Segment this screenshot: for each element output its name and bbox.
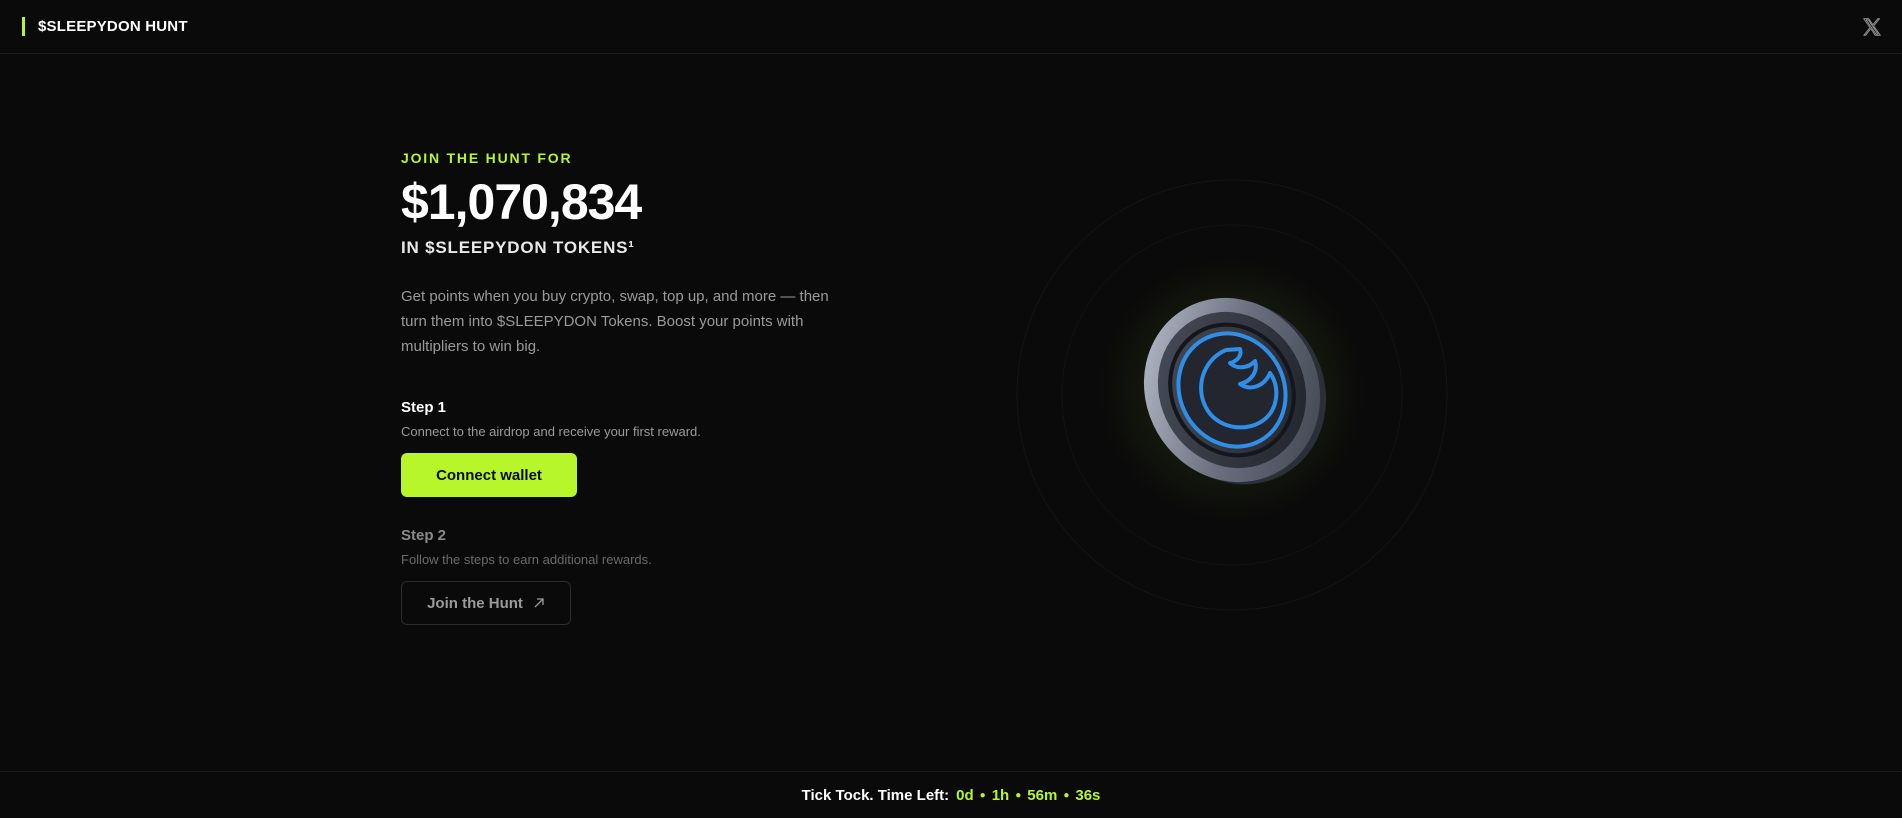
hero-description: Get points when you buy crypto, swap, to…: [401, 288, 829, 355]
step-2-title: Step 2: [401, 527, 447, 544]
step-2-description: Follow the steps to earn additional rewa…: [401, 552, 652, 567]
countdown-label: Tick Tock. Time Left:: [801, 786, 950, 804]
brand-title[interactable]: $SLEEPYDON HUNT: [38, 18, 188, 35]
join-hunt-label: Join the Hunt: [427, 594, 523, 612]
separator-dot: ●: [979, 789, 986, 801]
countdown-hours: 1h: [991, 786, 1010, 804]
countdown-minutes: 56m: [1027, 786, 1058, 804]
token-line: IN $SLEEPYDON TOKENS¹: [401, 238, 635, 257]
token-coin-illustration: [1016, 179, 1448, 611]
x-logo-icon[interactable]: [1862, 17, 1882, 37]
separator-dot: ●: [1063, 789, 1070, 801]
countdown-timer: 0d ● 1h ● 56m ● 36s: [956, 787, 1100, 804]
join-hunt-button[interactable]: Join the Hunt: [401, 581, 571, 625]
separator-dot: ●: [1015, 789, 1022, 801]
countdown-days: 0d: [956, 786, 974, 804]
hero-section: JOIN THE HUNT FOR $1,070,834 IN $SLEEPYD…: [401, 150, 861, 625]
arrow-up-right-icon: [534, 598, 544, 608]
top-bar: $SLEEPYDON HUNT: [0, 0, 1902, 54]
step-1-title: Step 1: [401, 399, 447, 416]
countdown-bar: Tick Tock. Time Left: 0d ● 1h ● 56m ● 36…: [0, 771, 1902, 818]
hero-eyebrow: JOIN THE HUNT FOR: [401, 150, 573, 166]
step-1-description: Connect to the airdrop and receive your …: [401, 424, 701, 439]
countdown-seconds: 36s: [1075, 786, 1101, 804]
brand-accent-bar: [22, 17, 25, 36]
prize-amount: $1,070,834: [401, 174, 642, 230]
connect-wallet-button[interactable]: Connect wallet: [401, 453, 577, 497]
